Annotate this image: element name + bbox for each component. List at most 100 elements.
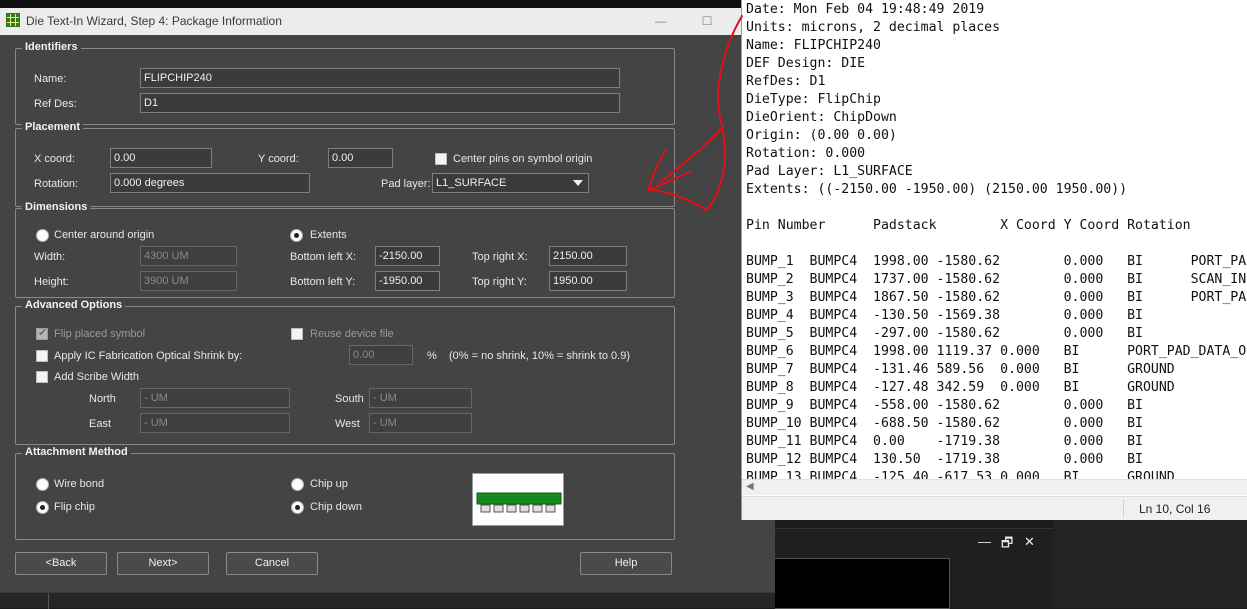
refdes-input[interactable]: D1 (140, 93, 620, 113)
chip-up-radio[interactable] (291, 478, 304, 491)
notepad-line: Origin: (0.00 0.00) (746, 128, 897, 143)
flip-symbol-checkbox[interactable]: ✔ (36, 327, 48, 340)
width-label: Width: (34, 251, 66, 263)
x-coord-label: X coord: (34, 153, 75, 165)
optical-shrink-input[interactable]: 0.00 (349, 345, 413, 365)
notepad-line: BUMP_10 BUMPC4 -688.50 -1580.62 0.000 BI (746, 416, 1143, 431)
bottom-left-x-label: Bottom left X: (290, 251, 357, 263)
help-button[interactable]: Help (580, 552, 672, 575)
name-input[interactable]: FLIPCHIP240 (140, 68, 620, 88)
placement-group: Placement X coord: 0.00 Y coord: 0.00 Ce… (15, 121, 675, 207)
pad-layer-label: Pad layer: (381, 178, 431, 190)
notepad-line: Units: microns, 2 decimal places (746, 20, 1001, 35)
flip-chip-label: Flip chip (54, 501, 95, 513)
flip-chip-icon (476, 492, 562, 513)
next-button[interactable]: Next> (117, 552, 209, 575)
identifiers-group: Identifiers Name: FLIPCHIP240 Ref Des: D… (15, 41, 675, 125)
notepad-line: RefDes: D1 (746, 74, 826, 89)
reuse-device-checkbox[interactable] (291, 328, 303, 340)
reuse-device-label: Reuse device file (310, 328, 394, 340)
height-label: Height: (34, 276, 69, 288)
south-input[interactable]: - UM (369, 388, 472, 408)
optical-shrink-checkbox[interactable] (36, 350, 48, 362)
notepad-line (746, 235, 1247, 253)
top-right-y-input[interactable]: 1950.00 (549, 271, 627, 291)
dimensions-group: Dimensions Center around origin Extents … (15, 201, 675, 298)
west-label: West (335, 418, 360, 430)
notepad-line: BUMP_1 BUMPC4 1998.00 -1580.62 0.000 BI … (746, 254, 1247, 269)
notepad-line: BUMP_13 BUMPC4 -125.40 -617.53 0.000 BI … (746, 470, 1175, 479)
west-input[interactable]: - UM (369, 413, 472, 433)
notepad-line: Name: FLIPCHIP240 (746, 38, 881, 53)
wire-bond-label: Wire bond (54, 478, 105, 490)
center-pins-checkbox[interactable] (435, 153, 447, 165)
background-app-window: — 🗗 ✕ (775, 528, 1053, 609)
dialog-title: Die Text-In Wizard, Step 4: Package Info… (26, 14, 282, 28)
bottom-left-x-input[interactable]: -2150.00 (375, 246, 440, 266)
restore-icon[interactable]: 🗗 (1001, 534, 1013, 556)
top-right-x-label: Top right X: (472, 251, 528, 263)
notepad-line: BUMP_12 BUMPC4 130.50 -1719.38 0.000 BI (746, 452, 1143, 467)
scribe-width-label: Add Scribe Width (54, 371, 139, 383)
attachment-method-title: Attachment Method (22, 446, 131, 458)
chip-up-label: Chip up (310, 478, 348, 490)
maximize-icon[interactable]: ☐ (698, 12, 716, 30)
notepad-line: BUMP_9 BUMPC4 -558.00 -1580.62 0.000 BI (746, 398, 1143, 413)
attachment-method-group: Attachment Method Wire bond Flip chip Ch… (15, 446, 675, 540)
close-icon[interactable]: ✕ (1024, 534, 1035, 550)
placement-title: Placement (22, 121, 84, 133)
identifiers-title: Identifiers (22, 41, 81, 53)
north-input[interactable]: - UM (140, 388, 290, 408)
percent-label: % (427, 350, 437, 362)
minimize-icon[interactable]: — (652, 12, 670, 30)
rotation-label: Rotation: (34, 178, 79, 190)
notepad-line: BUMP_4 BUMPC4 -130.50 -1569.38 0.000 BI (746, 308, 1143, 323)
notepad-line: Pin Number Padstack X Coord Y Coord Rota… (746, 218, 1191, 233)
dimensions-title: Dimensions (22, 201, 91, 213)
background-app-pane (775, 558, 950, 609)
advanced-options-group: Advanced Options ✔ Flip placed symbol Re… (15, 299, 675, 445)
notepad-text-area[interactable]: Date: Mon Feb 04 19:48:49 2019 Units: mic… (746, 1, 1247, 479)
title-bar[interactable]: Die Text-In Wizard, Step 4: Package Info… (0, 8, 775, 35)
center-origin-radio[interactable] (36, 229, 49, 242)
app-grid-icon (6, 13, 20, 27)
width-input[interactable]: 4300 UM (140, 246, 237, 266)
cancel-button[interactable]: Cancel (226, 552, 318, 575)
notepad-line: DieType: FlipChip (746, 92, 881, 107)
notepad-status-bar: Ln 10, Col 16 (742, 496, 1247, 520)
center-origin-label: Center around origin (54, 229, 155, 241)
scroll-left-icon[interactable]: ◀ (746, 481, 754, 492)
background-window (1053, 520, 1247, 608)
y-coord-label: Y coord: (258, 153, 299, 165)
x-coord-input[interactable]: 0.00 (110, 148, 212, 168)
notepad-line: BUMP_5 BUMPC4 -297.00 -1580.62 0.000 BI (746, 326, 1143, 341)
notepad-line: BUMP_2 BUMPC4 1737.00 -1580.62 0.000 BI … (746, 272, 1247, 287)
pad-layer-value: L1_SURFACE (436, 177, 507, 189)
refdes-label: Ref Des: (34, 98, 77, 110)
notepad-line: Extents: ((-2150.00 -1950.00) (2150.00 1… (746, 182, 1128, 197)
notepad-line: BUMP_7 BUMPC4 -131.46 589.56 0.000 BI GR… (746, 362, 1175, 377)
back-button[interactable]: <Back (15, 552, 107, 575)
notepad-line: Date: Mon Feb 04 19:48:49 2019 (746, 2, 985, 17)
height-input[interactable]: 3900 UM (140, 271, 237, 291)
east-input[interactable]: - UM (140, 413, 290, 433)
chip-down-radio[interactable] (291, 501, 304, 514)
wire-bond-radio[interactable] (36, 478, 49, 491)
extents-radio[interactable] (290, 229, 303, 242)
horizontal-scrollbar[interactable]: ◀ (742, 479, 1247, 495)
notepad-line (746, 199, 1247, 217)
notepad-line: DEF Design: DIE (746, 56, 866, 71)
optical-shrink-label: Apply IC Fabrication Optical Shrink by: (54, 350, 243, 362)
bottom-left-y-input[interactable]: -1950.00 (375, 271, 440, 291)
notepad-line: BUMP_8 BUMPC4 -127.48 342.59 0.000 BI GR… (746, 380, 1175, 395)
notepad-line: DieOrient: ChipDown (746, 110, 897, 125)
name-label: Name: (34, 73, 67, 85)
y-coord-input[interactable]: 0.00 (328, 148, 393, 168)
chip-down-label: Chip down (310, 501, 362, 513)
minimize-icon[interactable]: — (978, 534, 991, 549)
scribe-width-checkbox[interactable] (36, 371, 48, 383)
top-right-x-input[interactable]: 2150.00 (549, 246, 627, 266)
flip-chip-radio[interactable] (36, 501, 49, 514)
pad-layer-select[interactable]: L1_SURFACE (432, 173, 589, 193)
rotation-input[interactable]: 0.000 degrees (110, 173, 310, 193)
